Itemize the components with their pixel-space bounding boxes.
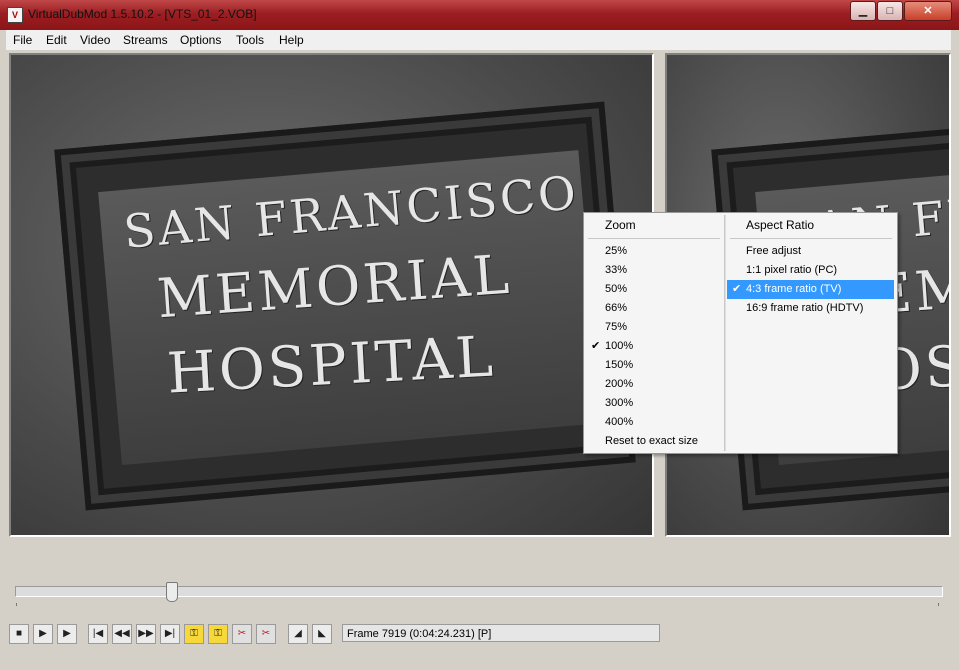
stop-button[interactable]: ■ — [9, 624, 29, 644]
zoom-reset-item[interactable]: Reset to exact size — [586, 432, 722, 451]
seek-area: ■ ▶ ▶ |◀ ◀◀ ▶▶ ▶| ⚿ ⚿ ✂ ✂ ◢ ◣ Frame 7919 (0:04:24.23… — [6, 538, 951, 668]
app-icon[interactable]: V — [7, 7, 23, 23]
zoom-item-66[interactable]: 66% — [586, 299, 722, 318]
menu-separator — [730, 238, 892, 239]
menu-separator — [588, 238, 720, 239]
zoom-item-33[interactable]: 33% — [586, 261, 722, 280]
trackbar-tick — [16, 603, 17, 606]
menu-help[interactable]: Help — [279, 33, 304, 47]
zoom-item-200[interactable]: 200% — [586, 375, 722, 394]
prev-frame-button[interactable]: ◀◀ — [112, 624, 132, 644]
aspect-ratio-header: Aspect Ratio — [746, 218, 815, 232]
prev-keyframe-button[interactable]: ⚿ — [184, 624, 204, 644]
zoom-header: Zoom — [605, 218, 636, 232]
context-menu: Zoom Aspect Ratio 25% 33% 50% 66% 75% ✔ … — [583, 212, 898, 454]
go-start-button[interactable]: |◀ — [88, 624, 108, 644]
scene-forward-button[interactable]: ✂ — [256, 624, 276, 644]
input-video-pane[interactable]: SAN FRANCISCO MEMORIAL HOSPITAL — [9, 53, 654, 537]
play-input-button[interactable]: ▶ — [33, 624, 53, 644]
zoom-item-150[interactable]: 150% — [586, 356, 722, 375]
scene-back-button[interactable]: ✂ — [232, 624, 252, 644]
next-frame-button[interactable]: ▶▶ — [136, 624, 156, 644]
checkmark-icon: ✔ — [591, 340, 601, 352]
aspect-free-adjust[interactable]: Free adjust — [727, 242, 894, 261]
close-button[interactable]: ✕ — [904, 1, 952, 21]
trackbar-tick — [938, 603, 939, 606]
play-output-button[interactable]: ▶ — [57, 624, 77, 644]
zoom-item-50[interactable]: 50% — [586, 280, 722, 299]
zoom-item-25[interactable]: 25% — [586, 242, 722, 261]
go-end-button[interactable]: ▶| — [160, 624, 180, 644]
minimize-button[interactable]: ▁ — [850, 1, 876, 21]
aspect-pixel-ratio[interactable]: 1:1 pixel ratio (PC) — [727, 261, 894, 280]
menu-file[interactable]: File — [13, 33, 32, 47]
window-title: VirtualDubMod 1.5.10.2 - [VTS_01_2.VOB] — [28, 7, 257, 21]
zoom-item-75[interactable]: 75% — [586, 318, 722, 337]
aspect-16-9-hdtv[interactable]: 16:9 frame ratio (HDTV) — [727, 299, 894, 318]
zoom-item-300[interactable]: 300% — [586, 394, 722, 413]
title-bar: V VirtualDubMod 1.5.10.2 - [VTS_01_2.VOB… — [0, 0, 959, 30]
maximize-button[interactable]: □ — [877, 1, 903, 21]
menu-bar: File Edit Video Streams Options Tools He… — [6, 30, 951, 50]
menu-streams[interactable]: Streams — [123, 33, 168, 47]
position-slider-thumb[interactable] — [165, 582, 178, 602]
mark-in-button[interactable]: ◢ — [288, 624, 308, 644]
menu-options[interactable]: Options — [180, 33, 221, 47]
mark-out-button[interactable]: ◣ — [312, 624, 332, 644]
position-trackbar[interactable] — [15, 586, 943, 597]
aspect-4-3-tv[interactable]: ✔ 4:3 frame ratio (TV) — [727, 280, 894, 299]
zoom-item-400[interactable]: 400% — [586, 413, 722, 432]
menu-tools[interactable]: Tools — [236, 33, 264, 47]
frame-status: Frame 7919 (0:04:24.231) [P] — [342, 624, 660, 642]
menu-column-divider — [724, 215, 726, 451]
menu-video[interactable]: Video — [80, 33, 110, 47]
video-frame: SAN FRANCISCO MEMORIAL HOSPITAL — [11, 55, 652, 535]
zoom-item-100[interactable]: ✔ 100% — [586, 337, 722, 356]
menu-edit[interactable]: Edit — [46, 33, 67, 47]
checkmark-icon: ✔ — [732, 283, 742, 295]
next-keyframe-button[interactable]: ⚿ — [208, 624, 228, 644]
